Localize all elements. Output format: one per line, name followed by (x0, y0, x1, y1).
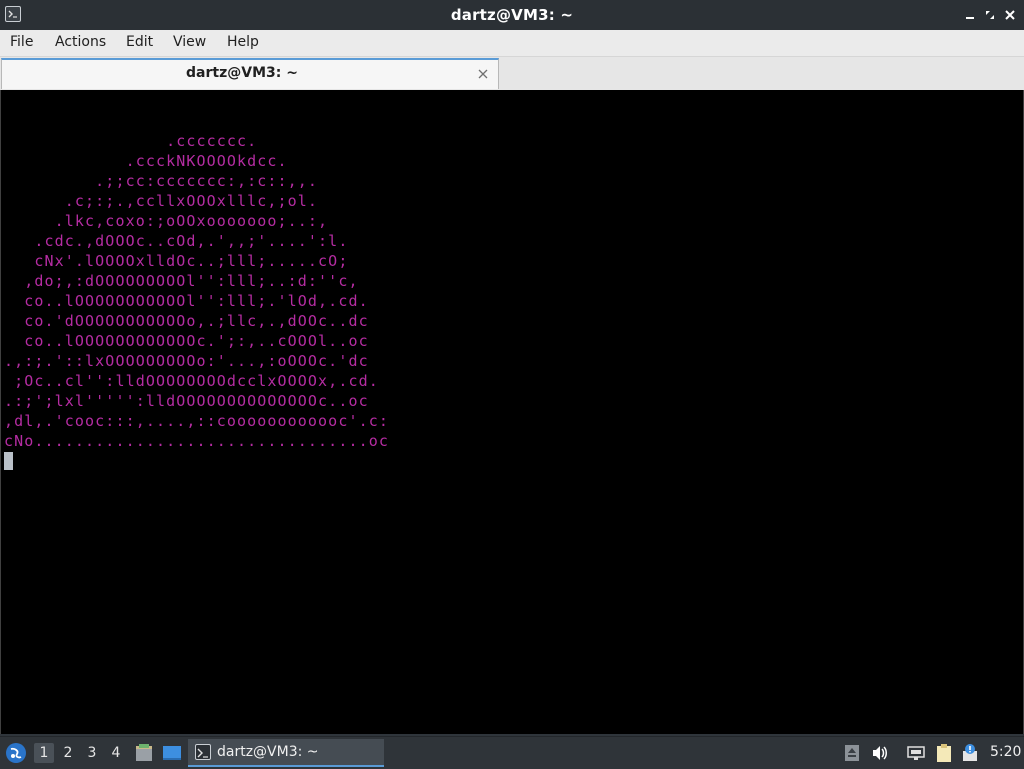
network-icon[interactable] (906, 743, 926, 763)
taskbar: 1 2 3 4 dartz@VM3: ~ 5:20 (0, 736, 1024, 769)
maximize-icon[interactable] (982, 7, 998, 23)
terminal-icon (195, 744, 211, 760)
clock: 5:20 (990, 744, 1022, 760)
tab-close-icon[interactable] (476, 66, 490, 80)
clipboard-icon[interactable] (934, 743, 954, 763)
tab-terminal[interactable]: dartz@VM3: ~ (1, 58, 499, 89)
close-window-icon[interactable] (1002, 7, 1018, 23)
workspace-2[interactable]: 2 (58, 743, 78, 763)
workspace-4[interactable]: 4 (106, 743, 126, 763)
task-label: dartz@VM3: ~ (217, 744, 319, 760)
minimize-icon[interactable] (962, 7, 978, 23)
menu-help[interactable]: Help (227, 34, 259, 50)
window-title: dartz@VM3: ~ (450, 6, 574, 24)
menu-file[interactable]: File (10, 34, 33, 50)
notification-icon[interactable] (960, 743, 980, 763)
window-titlebar[interactable]: dartz@VM3: ~ (0, 0, 1024, 30)
taskbar-task-terminal[interactable]: dartz@VM3: ~ (188, 739, 384, 767)
menu-edit[interactable]: Edit (126, 34, 153, 50)
menu-actions[interactable]: Actions (55, 34, 106, 50)
terminal-output: .ccccccc. .ccckNKOOOOkdcc. .;;cc:ccccccc… (4, 132, 389, 450)
desktop-icon[interactable] (162, 743, 182, 763)
terminal-view[interactable]: .ccccccc. .ccckNKOOOOkdcc. .;;cc:ccccccc… (0, 90, 1024, 734)
start-menu-icon[interactable] (5, 742, 27, 764)
menu-bar: File Actions Edit View Help (0, 30, 1024, 57)
updates-icon[interactable] (842, 743, 862, 763)
menu-view[interactable]: View (173, 34, 206, 50)
file-manager-icon[interactable] (134, 743, 154, 763)
workspace-3[interactable]: 3 (82, 743, 102, 763)
tab-label: dartz@VM3: ~ (186, 65, 298, 81)
tab-strip: dartz@VM3: ~ (0, 57, 1024, 91)
volume-icon[interactable] (870, 743, 890, 763)
terminal-cursor (4, 452, 13, 470)
workspace-1[interactable]: 1 (34, 743, 54, 763)
